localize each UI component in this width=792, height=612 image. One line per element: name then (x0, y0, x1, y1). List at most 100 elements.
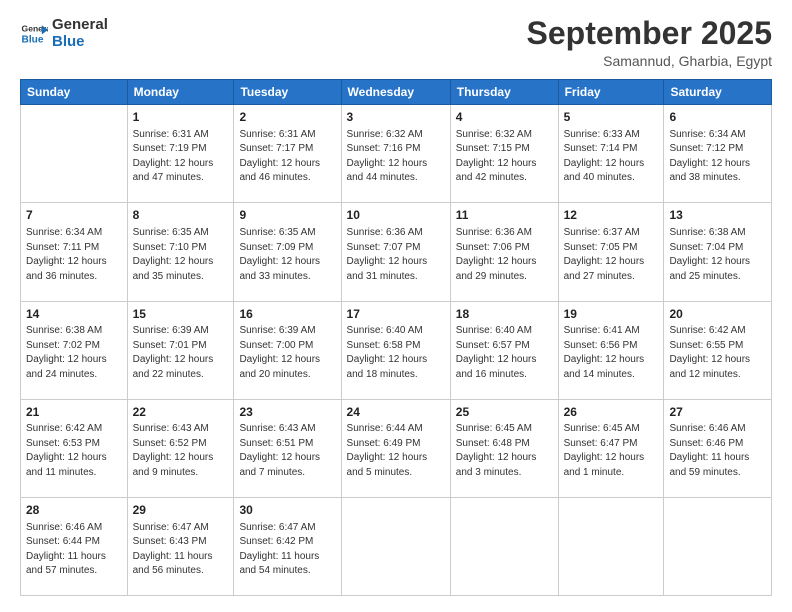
day-cell: 1 Sunrise: 6:31 AM Sunset: 7:19 PM Daylig… (127, 105, 234, 203)
day-cell: 7 Sunrise: 6:34 AM Sunset: 7:11 PM Daylig… (21, 203, 128, 301)
week-row-3: 14Sunrise: 6:38 AM Sunset: 7:02 PM Dayli… (21, 301, 772, 399)
day-number: 6 (669, 109, 766, 126)
day-info: Sunrise: 6:43 AM Sunset: 6:52 PM Dayligh… (133, 422, 229, 480)
day-number: 13 (669, 207, 766, 224)
col-tuesday: Tuesday (234, 80, 341, 105)
day-number: 25 (456, 404, 553, 421)
day-cell: 13 Sunrise: 6:38 AM Sunset: 7:04 PM Dayli… (664, 203, 772, 301)
day-number: 11 (456, 207, 553, 224)
day-number: 29 (133, 502, 229, 519)
col-thursday: Thursday (450, 80, 558, 105)
day-cell: 27Sunrise: 6:46 AM Sunset: 6:46 PM Dayli… (664, 399, 772, 497)
day-number: 26 (564, 404, 659, 421)
col-saturday: Saturday (664, 80, 772, 105)
day-number: 1 (133, 109, 229, 126)
day-number: 21 (26, 404, 122, 421)
day-number: 2 (239, 109, 335, 126)
day-cell: 11 Sunrise: 6:36 AM Sunset: 7:06 PM Dayli… (450, 203, 558, 301)
day-info: Sunrise: 6:41 AM Sunset: 6:56 PM Dayligh… (564, 324, 659, 382)
day-info: Sunrise: 6:38 AM Sunset: 7:02 PM Dayligh… (26, 324, 122, 382)
day-info: Sunrise: 6:35 AM Sunset: 7:10 PM Dayligh… (133, 226, 229, 284)
day-cell: 25Sunrise: 6:45 AM Sunset: 6:48 PM Dayli… (450, 399, 558, 497)
week-row-2: 7 Sunrise: 6:34 AM Sunset: 7:11 PM Daylig… (21, 203, 772, 301)
day-info: Sunrise: 6:38 AM Sunset: 7:04 PM Dayligh… (669, 226, 766, 284)
day-cell (664, 497, 772, 595)
day-cell (558, 497, 664, 595)
page: General Blue General Blue September 2025… (0, 0, 792, 612)
day-cell: 2 Sunrise: 6:31 AM Sunset: 7:17 PM Daylig… (234, 105, 341, 203)
logo-general: General (52, 16, 108, 33)
day-number: 17 (347, 306, 445, 323)
day-info: Sunrise: 6:47 AM Sunset: 6:42 PM Dayligh… (239, 521, 335, 579)
day-number: 12 (564, 207, 659, 224)
day-cell: 5 Sunrise: 6:33 AM Sunset: 7:14 PM Daylig… (558, 105, 664, 203)
day-number: 27 (669, 404, 766, 421)
day-info: Sunrise: 6:34 AM Sunset: 7:11 PM Dayligh… (26, 226, 122, 284)
day-number: 15 (133, 306, 229, 323)
day-number: 5 (564, 109, 659, 126)
col-sunday: Sunday (21, 80, 128, 105)
day-number: 20 (669, 306, 766, 323)
day-cell: 29 Sunrise: 6:47 AM Sunset: 6:43 PM Dayli… (127, 497, 234, 595)
day-cell: 22Sunrise: 6:43 AM Sunset: 6:52 PM Dayli… (127, 399, 234, 497)
day-number: 24 (347, 404, 445, 421)
day-number: 10 (347, 207, 445, 224)
day-cell: 12Sunrise: 6:37 AM Sunset: 7:05 PM Dayli… (558, 203, 664, 301)
day-cell: 6 Sunrise: 6:34 AM Sunset: 7:12 PM Daylig… (664, 105, 772, 203)
day-number: 4 (456, 109, 553, 126)
day-number: 7 (26, 207, 122, 224)
day-cell: 3Sunrise: 6:32 AM Sunset: 7:16 PM Daylig… (341, 105, 450, 203)
calendar-table: Sunday Monday Tuesday Wednesday Thursday… (20, 79, 772, 596)
day-info: Sunrise: 6:39 AM Sunset: 7:01 PM Dayligh… (133, 324, 229, 382)
day-cell: 23Sunrise: 6:43 AM Sunset: 6:51 PM Dayli… (234, 399, 341, 497)
day-info: Sunrise: 6:45 AM Sunset: 6:47 PM Dayligh… (564, 422, 659, 480)
col-monday: Monday (127, 80, 234, 105)
svg-text:Blue: Blue (22, 35, 44, 46)
logo-icon: General Blue (20, 19, 48, 47)
header: General Blue General Blue September 2025… (20, 16, 772, 69)
week-row-1: 1 Sunrise: 6:31 AM Sunset: 7:19 PM Daylig… (21, 105, 772, 203)
day-cell: 26Sunrise: 6:45 AM Sunset: 6:47 PM Dayli… (558, 399, 664, 497)
day-info: Sunrise: 6:40 AM Sunset: 6:58 PM Dayligh… (347, 324, 445, 382)
day-info: Sunrise: 6:42 AM Sunset: 6:53 PM Dayligh… (26, 422, 122, 480)
day-cell (21, 105, 128, 203)
day-number: 22 (133, 404, 229, 421)
day-cell: 24Sunrise: 6:44 AM Sunset: 6:49 PM Dayli… (341, 399, 450, 497)
day-number: 30 (239, 502, 335, 519)
col-friday: Friday (558, 80, 664, 105)
month-title: September 2025 (527, 16, 772, 51)
day-cell: 8Sunrise: 6:35 AM Sunset: 7:10 PM Daylig… (127, 203, 234, 301)
day-cell: 28Sunrise: 6:46 AM Sunset: 6:44 PM Dayli… (21, 497, 128, 595)
calendar-header-row: Sunday Monday Tuesday Wednesday Thursday… (21, 80, 772, 105)
day-number: 9 (239, 207, 335, 224)
day-info: Sunrise: 6:45 AM Sunset: 6:48 PM Dayligh… (456, 422, 553, 480)
day-info: Sunrise: 6:47 AM Sunset: 6:43 PM Dayligh… (133, 521, 229, 579)
location: Samannud, Gharbia, Egypt (527, 53, 772, 69)
day-info: Sunrise: 6:36 AM Sunset: 7:07 PM Dayligh… (347, 226, 445, 284)
day-number: 3 (347, 109, 445, 126)
day-cell: 17Sunrise: 6:40 AM Sunset: 6:58 PM Dayli… (341, 301, 450, 399)
calendar-body: 1 Sunrise: 6:31 AM Sunset: 7:19 PM Daylig… (21, 105, 772, 596)
week-row-5: 28Sunrise: 6:46 AM Sunset: 6:44 PM Dayli… (21, 497, 772, 595)
day-cell: 10 Sunrise: 6:36 AM Sunset: 7:07 PM Dayli… (341, 203, 450, 301)
day-info: Sunrise: 6:34 AM Sunset: 7:12 PM Dayligh… (669, 128, 766, 186)
day-cell: 19Sunrise: 6:41 AM Sunset: 6:56 PM Dayli… (558, 301, 664, 399)
day-info: Sunrise: 6:31 AM Sunset: 7:19 PM Dayligh… (133, 128, 229, 186)
day-cell: 16Sunrise: 6:39 AM Sunset: 7:00 PM Dayli… (234, 301, 341, 399)
day-cell: 20Sunrise: 6:42 AM Sunset: 6:55 PM Dayli… (664, 301, 772, 399)
day-info: Sunrise: 6:36 AM Sunset: 7:06 PM Dayligh… (456, 226, 553, 284)
day-info: Sunrise: 6:46 AM Sunset: 6:46 PM Dayligh… (669, 422, 766, 480)
day-info: Sunrise: 6:42 AM Sunset: 6:55 PM Dayligh… (669, 324, 766, 382)
day-info: Sunrise: 6:33 AM Sunset: 7:14 PM Dayligh… (564, 128, 659, 186)
week-row-4: 21Sunrise: 6:42 AM Sunset: 6:53 PM Dayli… (21, 399, 772, 497)
day-info: Sunrise: 6:46 AM Sunset: 6:44 PM Dayligh… (26, 521, 122, 579)
day-info: Sunrise: 6:31 AM Sunset: 7:17 PM Dayligh… (239, 128, 335, 186)
day-cell (450, 497, 558, 595)
day-cell: 15Sunrise: 6:39 AM Sunset: 7:01 PM Dayli… (127, 301, 234, 399)
day-cell: 21Sunrise: 6:42 AM Sunset: 6:53 PM Dayli… (21, 399, 128, 497)
day-cell: 18Sunrise: 6:40 AM Sunset: 6:57 PM Dayli… (450, 301, 558, 399)
day-info: Sunrise: 6:43 AM Sunset: 6:51 PM Dayligh… (239, 422, 335, 480)
day-cell (341, 497, 450, 595)
day-info: Sunrise: 6:39 AM Sunset: 7:00 PM Dayligh… (239, 324, 335, 382)
day-info: Sunrise: 6:44 AM Sunset: 6:49 PM Dayligh… (347, 422, 445, 480)
